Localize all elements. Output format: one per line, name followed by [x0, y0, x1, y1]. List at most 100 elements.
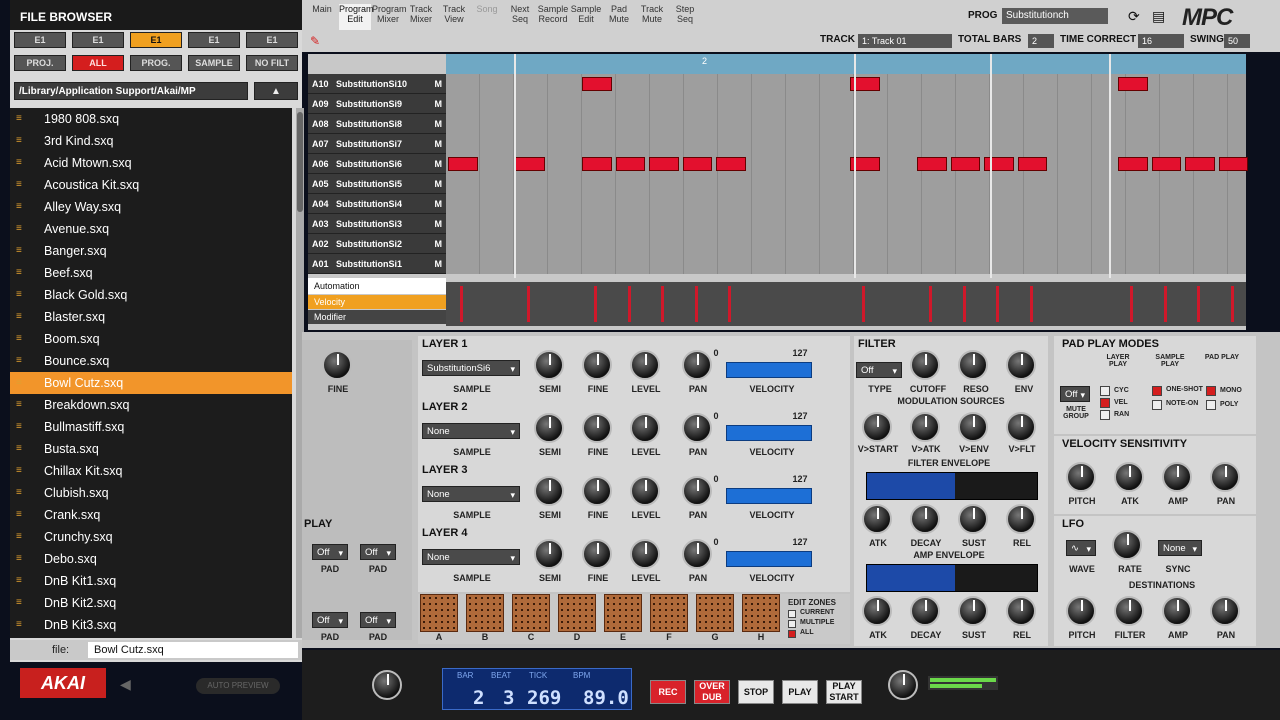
note-hit[interactable]	[1118, 77, 1148, 91]
tab-song[interactable]: Song	[471, 4, 503, 30]
mute-button[interactable]: M	[435, 174, 443, 194]
filter-type-select[interactable]: Off	[856, 362, 902, 379]
layer-sample-select[interactable]: None	[422, 549, 520, 566]
note-grid[interactable]	[446, 74, 1248, 274]
pad-row-label[interactable]: A06 SubstitutionSi6 M	[308, 154, 446, 174]
stop-button[interactable]: STOP	[738, 680, 774, 704]
file-list-item[interactable]: ≡ Beef.sxq	[10, 262, 292, 284]
pad-play-option[interactable]	[1206, 400, 1216, 410]
drive-button-1[interactable]: E1	[14, 32, 66, 48]
back-arrow-icon[interactable]: ◀	[120, 676, 131, 693]
lfo-dest-knob[interactable]	[1210, 596, 1240, 626]
fine-knob[interactable]	[582, 350, 612, 380]
scrollbar-thumb[interactable]	[297, 112, 303, 212]
drive-button-4[interactable]: E1	[188, 32, 240, 48]
velocity-range-bar[interactable]	[726, 425, 812, 441]
tab-pad-mute[interactable]: Pad Mute	[603, 4, 635, 30]
layer-sample-select[interactable]: None	[422, 423, 520, 440]
mute-button[interactable]: M	[435, 194, 443, 214]
pad-row-label[interactable]: A01 SubstitutionSi1 M	[308, 254, 446, 274]
filter-prog-button[interactable]: PROG.	[130, 55, 182, 71]
window-icon[interactable]: ▤	[1152, 8, 1165, 25]
file-list-item[interactable]: ≡ Boom.sxq	[10, 328, 292, 350]
sample-play-option[interactable]	[1152, 386, 1162, 396]
vel-sens-knob[interactable]	[1210, 462, 1240, 492]
metronome-knob[interactable]	[372, 670, 402, 700]
note-hit[interactable]	[1118, 157, 1148, 171]
file-list-item[interactable]: ≡ Acid Mtown.sxq	[10, 152, 292, 174]
fine-knob[interactable]	[582, 476, 612, 506]
tab-track-view[interactable]: Track View	[438, 4, 470, 30]
tab-step-seq[interactable]: Step Seq	[669, 4, 701, 30]
tab-sample-record[interactable]: Sample Record	[537, 4, 569, 30]
level-knob[interactable]	[630, 476, 660, 506]
layer-play-option[interactable]	[1100, 386, 1110, 396]
amp-envelope-graph[interactable]	[866, 564, 1038, 592]
velocity-bar[interactable]	[862, 286, 865, 322]
file-list-item[interactable]: ≡ Avenue.sxq	[10, 218, 292, 240]
drum-pad-h[interactable]	[742, 594, 780, 632]
drum-pad-g[interactable]	[696, 594, 734, 632]
velocity-bar[interactable]	[1230, 286, 1234, 322]
lfo-dest-knob[interactable]	[1114, 596, 1144, 626]
pad-row-label[interactable]: A07 SubstitutionSi7 M	[308, 134, 446, 154]
tab-sample-edit[interactable]: Sample Edit	[570, 4, 602, 30]
tab-next-seq[interactable]: Next Seq	[504, 4, 536, 30]
file-list-item[interactable]: ≡ Clubish.sxq	[10, 482, 292, 504]
filter-all-button[interactable]: ALL	[72, 55, 124, 71]
mute-button[interactable]: M	[435, 94, 443, 114]
file-list-item[interactable]: ≡ Bullmastiff.sxq	[10, 416, 292, 438]
filter-env-knob[interactable]	[958, 504, 988, 534]
amp-env-knob[interactable]	[910, 596, 940, 626]
drive-button-2[interactable]: E1	[72, 32, 124, 48]
file-list-item[interactable]: ≡ Chillax Kit.sxq	[10, 460, 292, 482]
fine-knob[interactable]	[582, 413, 612, 443]
auto-preview-toggle[interactable]: AUTO PREVIEW	[196, 678, 280, 694]
edit-zone-checkbox[interactable]	[788, 630, 796, 638]
file-list-item[interactable]: ≡ Banger.sxq	[10, 240, 292, 262]
mute-button[interactable]: M	[435, 134, 443, 154]
file-list-item[interactable]: ≡ Breakdown.sxq	[10, 394, 292, 416]
refresh-icon[interactable]: ⟳	[1128, 8, 1140, 25]
note-hit[interactable]	[582, 157, 612, 171]
file-list-item[interactable]: ≡ Busta.sxq	[10, 438, 292, 460]
file-list-item[interactable]: ≡ DnB Kit1.sxq	[10, 570, 292, 592]
velocity-bar[interactable]	[661, 286, 664, 322]
total-bars-field[interactable]: 2	[1028, 34, 1054, 48]
file-list-item[interactable]: ≡ DnB Kit3.sxq	[10, 614, 292, 636]
rec-button[interactable]: REC	[650, 680, 686, 704]
note-hit[interactable]	[984, 157, 1014, 171]
velocity-range-bar[interactable]	[726, 362, 812, 378]
track-select[interactable]: 1: Track 01	[858, 34, 952, 48]
file-list-item[interactable]: ≡ Debo.sxq	[10, 548, 292, 570]
pad-row-label[interactable]: A03 SubstitutionSi3 M	[308, 214, 446, 234]
tab-track-mixer[interactable]: Track Mixer	[405, 4, 437, 30]
velocity-bar[interactable]	[996, 286, 999, 322]
vel-sens-knob[interactable]	[1114, 462, 1144, 492]
amp-env-knob[interactable]	[958, 596, 988, 626]
drum-pad-f[interactable]	[650, 594, 688, 632]
file-list-item[interactable]: ≡ Black Gold.sxq	[10, 284, 292, 306]
file-list-item[interactable]: ≡ 1980 808.sxq	[10, 108, 292, 130]
pad-select[interactable]: Off	[360, 544, 396, 561]
note-hit[interactable]	[950, 157, 980, 171]
velocity-bar[interactable]	[594, 286, 597, 322]
semi-knob[interactable]	[534, 413, 564, 443]
sample-play-option[interactable]	[1152, 400, 1162, 410]
pad-select[interactable]: Off	[312, 612, 348, 629]
lfo-sync-select[interactable]: None	[1158, 540, 1202, 557]
note-hit[interactable]	[615, 157, 645, 171]
lfo-rate-knob[interactable]	[1112, 530, 1142, 560]
pencil-icon[interactable]: ✎	[310, 34, 320, 48]
filter-envelope-graph[interactable]	[866, 472, 1038, 500]
velocity-bar[interactable]	[527, 286, 530, 322]
pad-select[interactable]: Off	[360, 612, 396, 629]
bar-value[interactable]: 2	[473, 687, 484, 709]
pad-row-label[interactable]: A04 SubstitutionSi4 M	[308, 194, 446, 214]
vel-sens-knob[interactable]	[1066, 462, 1096, 492]
tab-program-mixer[interactable]: Program Mixer	[372, 4, 407, 30]
tab-track-mute[interactable]: Track Mute	[636, 4, 668, 30]
bpm-value[interactable]: 89.0	[583, 687, 629, 709]
mute-button[interactable]: M	[435, 74, 443, 94]
lfo-dest-knob[interactable]	[1066, 596, 1096, 626]
